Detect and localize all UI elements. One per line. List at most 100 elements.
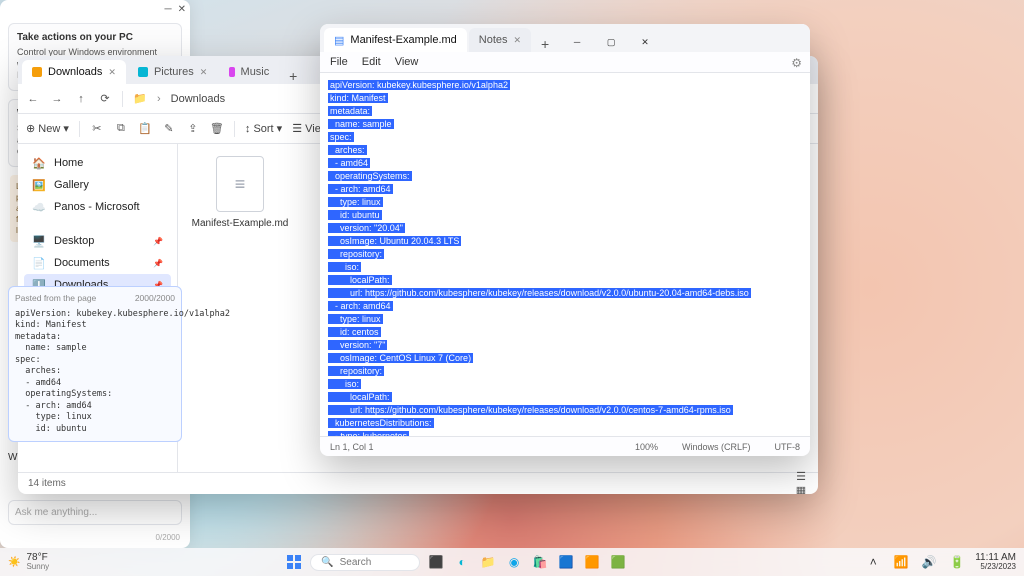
taskbar-weather[interactable]: ☀️ 78°F Sunny bbox=[8, 553, 49, 571]
explorer-tab-pictures[interactable]: Pictures ✕ bbox=[128, 60, 217, 84]
copy-icon[interactable]: ⧉ bbox=[114, 122, 128, 136]
nav-label: Gallery bbox=[54, 179, 89, 191]
refresh-icon[interactable]: ⟳ bbox=[98, 92, 112, 106]
wifi-icon[interactable]: 📶 bbox=[891, 552, 911, 572]
nav-icon: 🖼️ bbox=[32, 178, 46, 192]
card-title: Take actions on your PC bbox=[17, 32, 173, 43]
nav-item[interactable]: ☁️ Panos - Microsoft bbox=[24, 196, 171, 218]
close-button[interactable]: ✕ bbox=[178, 4, 186, 15]
pin-icon: 📌 bbox=[153, 259, 163, 268]
explorer-status-bar: 14 items ☰ ▦ bbox=[18, 472, 818, 494]
editor-tab-strip: ▤ Manifest-Example.md Notes ✕ + ─ ▢ ✕ bbox=[320, 24, 810, 52]
nav-label: Home bbox=[54, 157, 83, 169]
menu-file[interactable]: File bbox=[330, 56, 348, 68]
nav-item[interactable]: 📄Documents📌 bbox=[24, 252, 171, 274]
tab-label: Notes bbox=[479, 34, 508, 46]
nav-icon: ☁️ bbox=[32, 200, 46, 214]
taskbar-search[interactable]: 🔍 Search bbox=[310, 554, 420, 571]
file-name: Manifest-Example.md bbox=[192, 218, 289, 229]
cursor-position: Ln 1, Col 1 bbox=[330, 442, 374, 452]
maximize-button[interactable]: ▢ bbox=[595, 32, 627, 52]
editor-status-bar: Ln 1, Col 1 100% Windows (CRLF) UTF-8 bbox=[320, 436, 810, 456]
menu-view[interactable]: View bbox=[395, 56, 419, 68]
store-icon[interactable]: 🛍️ bbox=[530, 552, 550, 572]
task-view-icon[interactable]: ⬛ bbox=[426, 552, 446, 572]
date: 5/23/2023 bbox=[980, 563, 1016, 571]
breadcrumb[interactable]: Downloads bbox=[171, 93, 225, 105]
tab-label: Pictures bbox=[154, 66, 194, 78]
tab-label: Manifest-Example.md bbox=[350, 34, 456, 46]
file-icon: ▤ bbox=[334, 34, 344, 47]
nav-icon: 🖥️ bbox=[32, 234, 46, 248]
gear-icon[interactable]: ⚙ bbox=[791, 56, 802, 70]
encoding: UTF-8 bbox=[775, 442, 801, 452]
battery-icon[interactable]: 🔋 bbox=[947, 552, 967, 572]
explorer-tab-downloads[interactable]: Downloads ✕ bbox=[22, 60, 126, 84]
explorer-icon[interactable]: 📁 bbox=[478, 552, 498, 572]
file-icon: ≡ bbox=[216, 156, 264, 212]
tiles-view-icon[interactable]: ▦ bbox=[794, 484, 808, 495]
start-button[interactable] bbox=[284, 552, 304, 572]
paste-icon[interactable]: 📋 bbox=[138, 122, 152, 136]
paste-content: apiVersion: kubekey.kubesphere.io/v1alph… bbox=[15, 309, 175, 435]
weather-cond: Sunny bbox=[26, 563, 49, 571]
item-count: 14 items bbox=[28, 478, 66, 489]
app-icon[interactable]: 🟩 bbox=[608, 552, 628, 572]
editor-tab-manifest[interactable]: ▤ Manifest-Example.md bbox=[324, 28, 467, 52]
pin-icon: 📌 bbox=[153, 237, 163, 246]
copilot-icon[interactable]: ◐ bbox=[452, 552, 472, 572]
nav-item[interactable]: 🖼️ Gallery bbox=[24, 174, 171, 196]
copilot-pasted-block: Pasted from the page 2000/2000 apiVersio… bbox=[8, 286, 182, 442]
editor-tab-notes[interactable]: Notes ✕ bbox=[469, 28, 531, 52]
volume-icon[interactable]: 🔊 bbox=[919, 552, 939, 572]
nav-item[interactable]: 🖥️ Desktop 📌 bbox=[24, 230, 171, 252]
close-icon[interactable]: ✕ bbox=[514, 35, 522, 46]
chevron-up-icon[interactable]: ˄ bbox=[863, 552, 883, 572]
up-icon[interactable]: ↑ bbox=[74, 92, 88, 106]
close-button[interactable]: ✕ bbox=[629, 32, 661, 52]
app-icon[interactable]: 🟧 bbox=[582, 552, 602, 572]
weather-icon: ☀️ bbox=[8, 557, 20, 568]
minimize-button[interactable]: ─ bbox=[165, 4, 172, 15]
close-icon[interactable]: ✕ bbox=[108, 67, 116, 78]
edge-icon[interactable]: ◉ bbox=[504, 552, 524, 572]
editor-text-area[interactable]: apiVersion: kubekey.kubesphere.io/v1alph… bbox=[320, 73, 810, 436]
forward-icon[interactable]: → bbox=[50, 92, 64, 106]
nav-icon: 🏠 bbox=[32, 156, 46, 170]
menu-edit[interactable]: Edit bbox=[362, 56, 381, 68]
tab-label: Music bbox=[241, 66, 270, 78]
zoom-level: 100% bbox=[635, 442, 658, 452]
nav-label: Panos - Microsoft bbox=[54, 201, 140, 213]
minimize-button[interactable]: ─ bbox=[561, 32, 593, 52]
folder-icon: 📁 bbox=[133, 92, 147, 106]
search-icon: 🔍 bbox=[321, 557, 333, 568]
explorer-tab-music[interactable]: Music bbox=[219, 60, 279, 84]
rename-icon[interactable]: ✎ bbox=[162, 122, 176, 136]
new-button[interactable]: ⊕ New ▾ bbox=[26, 122, 69, 135]
cut-icon[interactable]: ✂ bbox=[90, 122, 104, 136]
file-item[interactable]: ≡ Manifest-Example.md bbox=[190, 156, 290, 229]
close-icon[interactable]: ✕ bbox=[200, 67, 208, 78]
taskbar-clock[interactable]: 11:11 AM 5/23/2023 bbox=[975, 553, 1016, 571]
new-tab-button[interactable]: + bbox=[533, 36, 557, 52]
paste-label: Pasted from the page bbox=[15, 293, 96, 304]
folder-icon bbox=[229, 67, 234, 77]
copilot-ask-input[interactable]: Ask me anything... bbox=[8, 500, 182, 525]
notepad-window: ▤ Manifest-Example.md Notes ✕ + ─ ▢ ✕ Fi… bbox=[320, 24, 810, 456]
copilot-char-count: 0/2000 bbox=[10, 533, 180, 542]
paste-count: 2000/2000 bbox=[135, 293, 175, 304]
details-view-icon[interactable]: ☰ bbox=[794, 470, 808, 484]
editor-menu-bar: File Edit View bbox=[320, 52, 810, 73]
app-icon[interactable]: 🟦 bbox=[556, 552, 576, 572]
nav-item[interactable]: 🏠 Home bbox=[24, 152, 171, 174]
new-tab-button[interactable]: + bbox=[281, 68, 305, 84]
nav-label: Desktop bbox=[54, 235, 94, 247]
back-icon[interactable]: ← bbox=[26, 92, 40, 106]
delete-icon[interactable]: 🗑 bbox=[210, 122, 224, 136]
nav-label: Documents bbox=[54, 257, 110, 269]
line-ending: Windows (CRLF) bbox=[682, 442, 751, 452]
sort-button[interactable]: ↕ Sort ▾ bbox=[245, 122, 282, 135]
folder-icon bbox=[138, 67, 148, 77]
folder-icon bbox=[32, 67, 42, 77]
share-icon[interactable]: ⇪ bbox=[186, 122, 200, 136]
